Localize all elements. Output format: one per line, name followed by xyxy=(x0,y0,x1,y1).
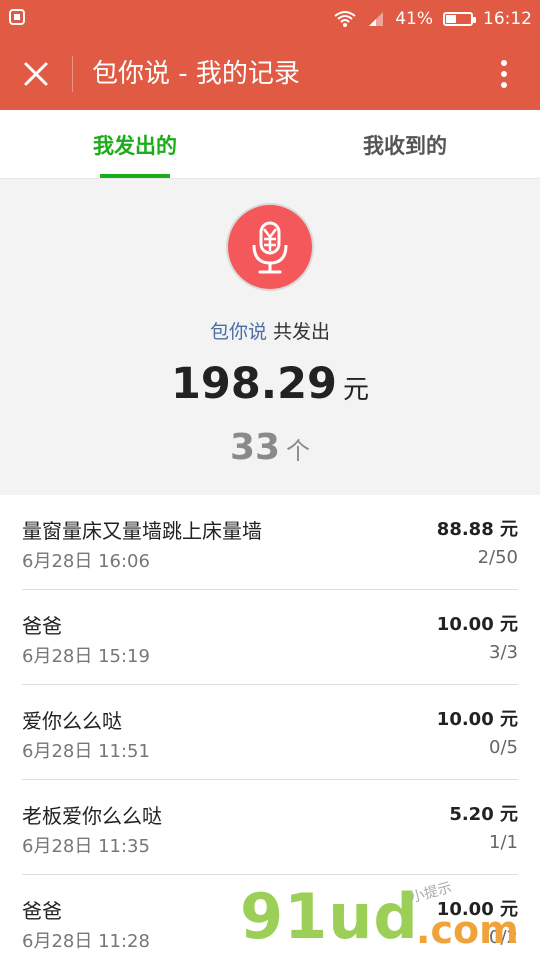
record-progress: 0/2 xyxy=(489,927,518,948)
record-amount: 10.00 元 xyxy=(436,899,518,920)
record-progress: 3/3 xyxy=(489,642,518,663)
close-icon[interactable] xyxy=(18,56,54,92)
record-amount: 5.20 元 xyxy=(449,804,518,825)
list-item[interactable]: 量窗量床又量墙跳上床量墙 6月28日 16:06 88.88 元 2/50 xyxy=(22,495,518,590)
battery-percent: 41% xyxy=(395,9,433,29)
tab-bar: 我发出的 我收到的 xyxy=(0,110,540,179)
list-item[interactable]: 爸爸 6月28日 11:28 10.00 元 0/2 xyxy=(22,875,518,969)
record-title: 爱你么么哒 xyxy=(22,709,122,733)
total-count-unit: 个 xyxy=(286,437,311,465)
clock: 16:12 xyxy=(483,9,532,29)
total-amount-value: 198.29 xyxy=(171,359,337,409)
record-amount: 10.00 元 xyxy=(436,614,518,635)
list-item[interactable]: 爸爸 6月28日 15:19 10.00 元 3/3 xyxy=(22,590,518,685)
record-progress: 2/50 xyxy=(477,547,518,568)
notification-icon xyxy=(9,9,25,25)
summary-panel: 包你说 共发出 198.29 元 33 个 xyxy=(0,179,540,495)
signal-icon xyxy=(369,12,384,26)
record-amount: 10.00 元 xyxy=(436,709,518,730)
summary-caption: 包你说 共发出 xyxy=(0,317,540,344)
more-vertical-icon[interactable] xyxy=(486,56,522,92)
status-bar: 41% 16:12 xyxy=(0,0,540,38)
sent-label: 共发出 xyxy=(273,321,331,343)
total-amount-unit: 元 xyxy=(342,375,369,405)
record-progress: 1/1 xyxy=(489,832,518,853)
page-title: 包你说 - 我的记录 xyxy=(92,59,300,89)
record-title: 量窗量床又量墙跳上床量墙 xyxy=(22,519,262,543)
tab-sent[interactable]: 我发出的 xyxy=(0,110,270,178)
record-time: 6月28日 11:51 xyxy=(22,741,150,762)
app-bar: 包你说 - 我的记录 xyxy=(0,38,540,110)
tab-sent-label: 我发出的 xyxy=(93,134,177,158)
record-list: 量窗量床又量墙跳上床量墙 6月28日 16:06 88.88 元 2/50 爸爸… xyxy=(0,495,540,969)
record-time: 6月28日 11:28 xyxy=(22,931,150,952)
record-amount: 88.88 元 xyxy=(436,519,518,540)
microphone-avatar xyxy=(226,203,314,291)
active-tab-indicator xyxy=(100,174,170,178)
record-title: 爸爸 xyxy=(22,614,62,638)
total-amount: 198.29 元 xyxy=(0,359,540,409)
record-time: 6月28日 16:06 xyxy=(22,551,150,572)
record-title: 老板爱你么么哒 xyxy=(22,804,162,828)
tab-received[interactable]: 我收到的 xyxy=(270,110,540,178)
app-bar-divider xyxy=(72,56,73,92)
brand-name: 包你说 xyxy=(209,321,267,343)
record-title: 爸爸 xyxy=(22,899,62,923)
list-item[interactable]: 爱你么么哒 6月28日 11:51 10.00 元 0/5 xyxy=(22,685,518,780)
record-progress: 0/5 xyxy=(489,737,518,758)
list-item[interactable]: 老板爱你么么哒 6月28日 11:35 5.20 元 1/1 xyxy=(22,780,518,875)
battery-icon xyxy=(443,12,476,26)
record-time: 6月28日 11:35 xyxy=(22,836,150,857)
microphone-icon xyxy=(252,221,288,274)
wifi-icon xyxy=(334,11,356,27)
record-time: 6月28日 15:19 xyxy=(22,646,150,667)
total-count-value: 33 xyxy=(229,427,281,468)
tab-received-label: 我收到的 xyxy=(363,134,447,158)
total-count: 33 个 xyxy=(0,427,540,468)
